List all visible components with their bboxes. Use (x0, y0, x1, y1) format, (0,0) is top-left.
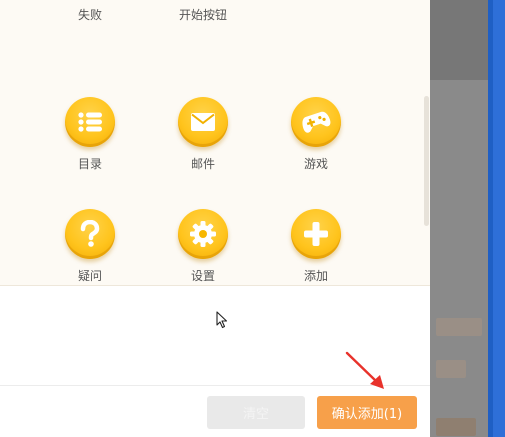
gear-icon (178, 209, 228, 259)
question-icon (65, 209, 115, 259)
screen: 失败 开始按钮 目录 邮件 游戏 疑问 设置 添加 清空 确认添加(1) (0, 0, 505, 437)
window-edge (488, 0, 505, 437)
background-app-element (436, 418, 476, 436)
grid-item-label[interactable]: 失败 (50, 6, 130, 23)
list-icon (65, 97, 115, 147)
background-app-header (430, 0, 488, 80)
grid-item-mail[interactable]: 邮件 (163, 97, 243, 172)
grid-item-label: 疑问 (77, 269, 102, 283)
grid-item-games[interactable]: 游戏 (276, 97, 356, 172)
background-app-overlay (430, 0, 488, 437)
background-app-element (436, 318, 482, 336)
grid-item-label: 邮件 (190, 157, 215, 171)
grid-item-question[interactable]: 疑问 (50, 209, 130, 284)
grid-item-label: 游戏 (303, 157, 328, 171)
panel-scrollbar[interactable] (424, 96, 429, 226)
clear-button[interactable]: 清空 (207, 396, 305, 429)
annotation-arrow-icon (344, 350, 388, 396)
background-app-element (436, 360, 466, 378)
grid-item-catalog[interactable]: 目录 (50, 97, 130, 172)
icon-grid-panel: 失败 开始按钮 目录 邮件 游戏 疑问 设置 添加 (0, 0, 430, 286)
mouse-cursor-icon (216, 311, 228, 333)
grid-item-add[interactable]: 添加 (276, 209, 356, 284)
grid-item-label[interactable]: 开始按钮 (163, 6, 243, 23)
confirm-add-button[interactable]: 确认添加(1) (317, 396, 417, 429)
window-edge-shadow (488, 0, 493, 437)
grid-item-label: 设置 (190, 269, 215, 283)
grid-item-settings[interactable]: 设置 (163, 209, 243, 284)
plus-icon (291, 209, 341, 259)
grid-item-label: 添加 (303, 269, 328, 283)
gamepad-icon (291, 97, 341, 147)
mail-icon (178, 97, 228, 147)
grid-item-label: 目录 (77, 157, 102, 171)
